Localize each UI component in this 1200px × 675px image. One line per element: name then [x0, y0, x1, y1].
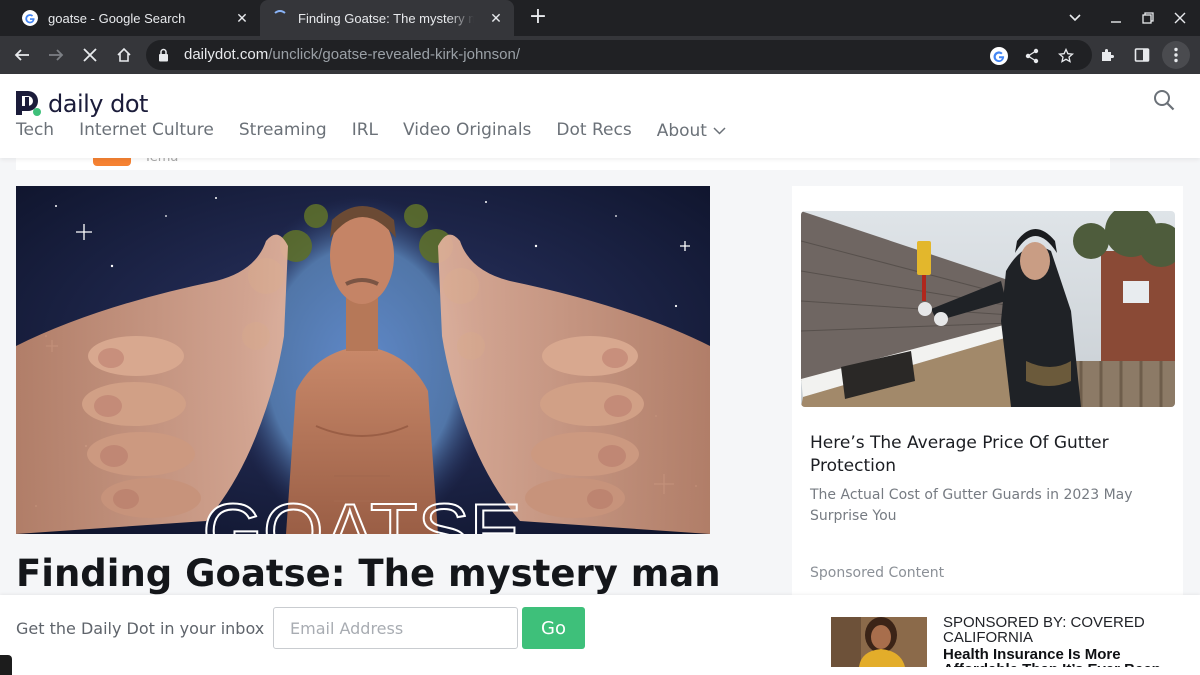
tab-close-icon[interactable]: ✕ — [234, 10, 250, 26]
sponsored-card-title[interactable]: Here’s The Average Price Of Gutter Prote… — [810, 432, 1170, 478]
category-badge[interactable] — [93, 158, 131, 166]
ad-sponsor-label: SPONSORED BY: COVERED CALIFORNIA — [943, 614, 1145, 646]
google-lens-icon[interactable] — [989, 46, 1009, 66]
logo-text: daily dot — [48, 90, 148, 118]
nav-item-tech[interactable]: Tech — [16, 120, 54, 142]
minimize-window-icon[interactable] — [1099, 0, 1133, 36]
tab-dailydot-article[interactable]: Finding Goatse: The mystery man behind t… — [260, 0, 514, 36]
sponsored-content-label: Sponsored Content — [810, 565, 945, 581]
nav-item-dot-recs[interactable]: Dot Recs — [556, 120, 631, 142]
address-bar[interactable]: dailydot.com/unclick/goatse-revealed-kir… — [146, 40, 1092, 70]
kebab-menu-icon[interactable] — [1162, 41, 1190, 69]
tab-title: goatse - Google Search — [48, 10, 186, 26]
ad-headline[interactable]: Health Insurance Is More Affordable Than… — [943, 647, 1183, 667]
page-corner-widget — [0, 655, 12, 675]
email-input[interactable] — [273, 607, 518, 649]
forward-arrow-icon[interactable] — [42, 41, 70, 69]
back-arrow-icon[interactable] — [8, 41, 36, 69]
google-favicon-icon — [22, 10, 38, 26]
sticky-newsletter-bar: Get the Daily Dot in your inbox Go SPONS… — [0, 595, 1200, 675]
nav-item-irl[interactable]: IRL — [352, 120, 378, 142]
tab-search-chevron-icon[interactable] — [1058, 0, 1092, 36]
sponsored-card-image[interactable] — [801, 211, 1175, 407]
restore-window-icon[interactable] — [1131, 0, 1165, 36]
nav-item-streaming[interactable]: Streaming — [239, 120, 327, 142]
tab-close-icon[interactable]: ✕ — [488, 10, 504, 26]
browser-toolbar: dailydot.com/unclick/goatse-revealed-kir… — [0, 36, 1200, 74]
search-icon[interactable] — [1152, 88, 1176, 112]
star-bookmark-icon[interactable] — [1056, 46, 1076, 66]
ad-thumbnail[interactable] — [831, 617, 927, 667]
home-icon[interactable] — [110, 41, 138, 69]
new-tab-plus-icon[interactable]: + — [526, 6, 550, 30]
nav-item-video-originals[interactable]: Video Originals — [403, 120, 531, 142]
sponsored-card[interactable]: Here’s The Average Price Of Gutter Prote… — [792, 186, 1183, 606]
go-button[interactable]: Go — [522, 607, 585, 649]
puzzle-extensions-icon[interactable] — [1094, 41, 1122, 69]
article-headline: Finding Goatse: The mystery man — [16, 552, 721, 595]
daily-dot-logo[interactable]: daily dot — [16, 90, 148, 118]
stop-loading-icon[interactable] — [76, 41, 104, 69]
url-text[interactable]: dailydot.com/unclick/goatse-revealed-kir… — [184, 46, 520, 63]
share-icon[interactable] — [1022, 46, 1042, 66]
tab-google-search[interactable]: goatse - Google Search ✕ — [8, 0, 260, 36]
site-header: daily dot Tech Internet Culture Streamin… — [0, 74, 1200, 158]
tab-title: Finding Goatse: The mystery man behind t… — [298, 10, 474, 26]
sticky-tag-strip: Tema — [16, 150, 1110, 170]
side-panel-icon[interactable] — [1128, 41, 1156, 69]
daily-dot-logo-mark-icon — [16, 91, 41, 116]
nav-item-about[interactable]: About — [657, 120, 726, 142]
nav-item-about-label: About — [656, 121, 707, 141]
sponsored-card-subtitle: The Actual Cost of Gutter Guards in 2023… — [810, 487, 1133, 524]
newsletter-prompt: Get the Daily Dot in your inbox — [16, 619, 265, 638]
chevron-down-icon — [713, 127, 726, 135]
article-hero-image: GOATSE — [16, 186, 710, 534]
hero-image-text: GOATSE — [202, 487, 521, 534]
nav-item-internet-culture[interactable]: Internet Culture — [79, 120, 214, 142]
loading-spinner-icon — [272, 10, 288, 26]
close-window-icon[interactable] — [1163, 0, 1197, 36]
main-nav: Tech Internet Culture Streaming IRL Vide… — [16, 120, 751, 142]
browser-tab-strip: goatse - Google Search ✕ Finding Goatse:… — [0, 0, 1200, 36]
lock-icon[interactable] — [158, 48, 169, 62]
